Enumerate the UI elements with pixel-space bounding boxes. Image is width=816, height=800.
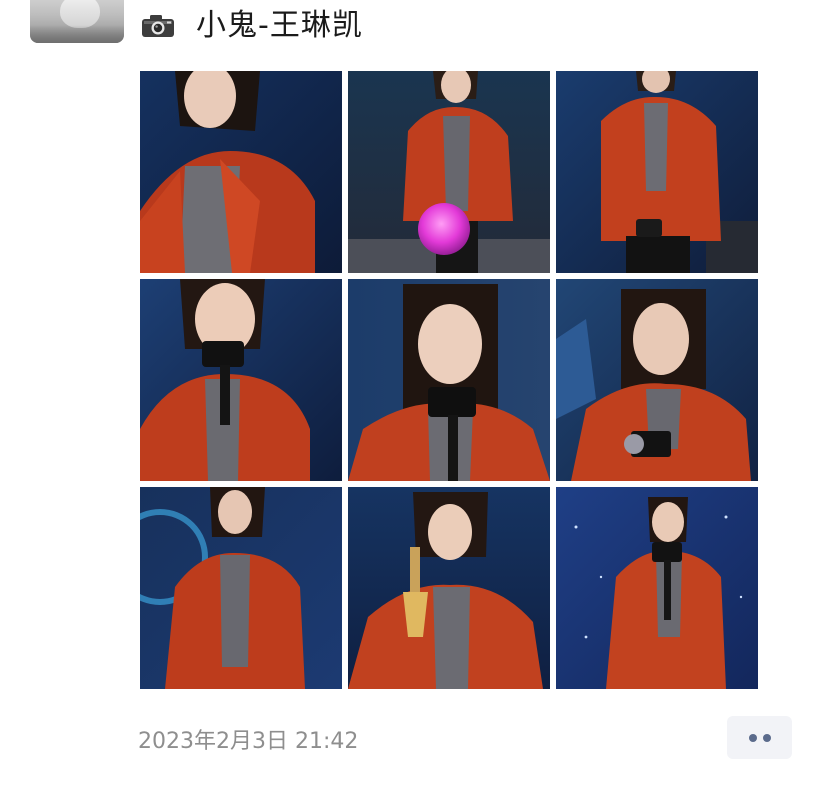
photo-7[interactable]	[140, 487, 342, 689]
author-avatar[interactable]	[30, 0, 124, 43]
photo-8[interactable]	[348, 487, 550, 689]
photo-3-image	[556, 71, 758, 273]
camera-icon	[142, 15, 174, 37]
more-dots-icon	[762, 733, 771, 742]
more-dots-icon	[748, 733, 757, 742]
photo-6[interactable]	[556, 279, 758, 481]
photo-2[interactable]	[348, 71, 550, 273]
avatar-face	[60, 0, 100, 28]
post-timestamp: 2023年2月3日 21:42	[138, 729, 359, 754]
avatar-shade	[30, 25, 124, 43]
photo-1-image	[140, 71, 342, 273]
photo-7-image	[140, 487, 342, 689]
photo-grid	[140, 71, 758, 689]
post-header: 小鬼-王琳凯	[140, 4, 363, 48]
photo-5-image	[348, 279, 550, 481]
photo-1[interactable]	[140, 71, 342, 273]
photo-9-image	[556, 487, 758, 689]
photo-4-image	[140, 279, 342, 481]
photo-9[interactable]	[556, 487, 758, 689]
author-name[interactable]: 小鬼-王琳凯	[196, 4, 363, 48]
photo-2-image	[348, 71, 550, 273]
more-options-button[interactable]	[727, 716, 792, 759]
photo-8-image	[348, 487, 550, 689]
photo-5[interactable]	[348, 279, 550, 481]
photo-6-image	[556, 279, 758, 481]
photo-4[interactable]	[140, 279, 342, 481]
photo-3[interactable]	[556, 71, 758, 273]
